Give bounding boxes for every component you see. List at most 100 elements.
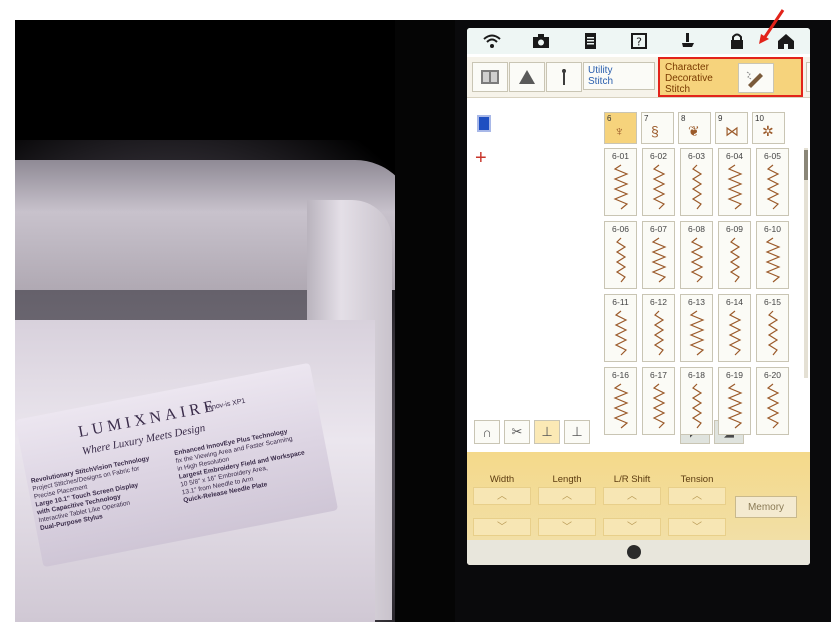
bobbin-button[interactable] <box>509 62 545 92</box>
stitch-scrollbar[interactable] <box>804 148 808 378</box>
stitch-button[interactable]: 6-01 <box>604 148 637 216</box>
stitch-button[interactable]: 6-14 <box>718 294 751 362</box>
stitch-number: 6-09 <box>725 224 743 234</box>
presser-foot-icon[interactable] <box>663 28 712 54</box>
add-stitch-icon[interactable]: + <box>475 148 487 168</box>
stitch-button[interactable]: 6-17 <box>642 367 675 435</box>
scissors-icon: ✂ <box>511 424 523 439</box>
presser-foot-lift-button[interactable]: ⊥ <box>564 420 590 444</box>
stitch-category-icon: ❦ <box>688 123 700 139</box>
stitch-pattern-icon <box>613 383 629 429</box>
clock-icon[interactable] <box>627 545 641 559</box>
stitch-pattern-icon <box>765 237 781 283</box>
needle-stop-button[interactable]: ∩ <box>474 420 500 444</box>
length-increase-button[interactable]: ︿ <box>538 487 596 505</box>
stitch-number: 6-11 <box>612 297 629 307</box>
category-tab[interactable]: 8 ❦ <box>678 112 711 144</box>
needle-button[interactable] <box>546 62 582 92</box>
machine-touchscreen: ? Utility Stitch Character Decorative St… <box>467 28 810 565</box>
stitch-button[interactable]: 6-04 <box>718 148 751 216</box>
stitch-number: 6-06 <box>611 224 629 234</box>
stitch-button[interactable]: 6-03 <box>680 148 713 216</box>
stitch-pattern-icon <box>727 164 743 210</box>
stitch-button[interactable]: 6-13 <box>680 294 713 362</box>
camera-icon[interactable] <box>516 28 565 54</box>
category-tab[interactable]: 6 ♆ <box>604 112 637 144</box>
stitch-button[interactable]: 6-19 <box>718 367 751 435</box>
category-number: 6 <box>607 114 612 123</box>
lock-icon[interactable] <box>712 28 761 54</box>
stitch-pattern-icon <box>689 310 705 356</box>
tension-increase-button[interactable]: ︿ <box>668 487 726 505</box>
stitch-button[interactable]: 6-11 <box>604 294 637 362</box>
memory-button[interactable]: Memory <box>735 496 797 518</box>
stitch-number: 6-13 <box>687 297 705 307</box>
stitch-button[interactable]: 6-02 <box>642 148 675 216</box>
utility-stitch-button[interactable]: Utility Stitch <box>583 62 655 90</box>
edit-stitch-button[interactable] <box>738 63 774 93</box>
category-tab[interactable]: 9 ⋈ <box>715 112 748 144</box>
character-decorative-stitch-button[interactable]: Character Decorative Stitch <box>658 57 803 97</box>
help-icon[interactable]: ? <box>614 28 663 54</box>
stitch-number: 6-10 <box>763 224 781 234</box>
stitch-number: 6-01 <box>611 151 629 161</box>
stitch-number: 6-07 <box>649 224 667 234</box>
stitch-category-icon: ⋈ <box>725 123 739 139</box>
length-control: Length ︿ ﹀ <box>536 474 598 536</box>
stitch-pattern-icon <box>614 310 628 356</box>
length-decrease-button[interactable]: ﹀ <box>538 518 596 536</box>
width-decrease-button[interactable]: ﹀ <box>473 518 531 536</box>
stitch-button[interactable]: 6-09 <box>718 221 751 289</box>
category-tabs: 6 ♆ 7 § 8 ❦ 9 ⋈ 10 ✲ <box>604 112 789 144</box>
edit-pencil-button[interactable] <box>806 62 810 92</box>
category-number: 8 <box>681 114 686 123</box>
stitch-button[interactable]: 6-10 <box>756 221 789 289</box>
thread-cutter-button[interactable]: ✂ <box>504 420 530 444</box>
stitch-pattern-icon <box>690 237 704 283</box>
twin-needle-button[interactable]: ⊥ <box>534 420 560 444</box>
stitch-button[interactable]: 6-06 <box>604 221 637 289</box>
stitch-pattern-icon <box>691 164 703 210</box>
tension-decrease-button[interactable]: ﹀ <box>668 518 726 536</box>
stitch-number: 6-14 <box>725 297 743 307</box>
stitch-button[interactable]: 6-20 <box>756 367 789 435</box>
lr-shift-label: L/R Shift <box>613 474 651 485</box>
shift-decrease-button[interactable]: ﹀ <box>603 518 661 536</box>
memory-label: Memory <box>747 501 785 513</box>
stitch-button[interactable]: 6-12 <box>642 294 675 362</box>
embroidery-book-button[interactable] <box>472 62 508 92</box>
width-label: Width <box>489 474 515 485</box>
stitch-number: 6-12 <box>649 297 667 307</box>
stitch-number: 6-19 <box>725 370 743 380</box>
stitch-button[interactable]: 6-16 <box>604 367 637 435</box>
stitch-number: 6-04 <box>725 151 743 161</box>
document-icon[interactable] <box>565 28 614 54</box>
stitch-button[interactable]: 6-07 <box>642 221 675 289</box>
stitch-number: 6-16 <box>611 370 629 380</box>
book-icon <box>481 70 499 84</box>
stitch-number: 6-05 <box>763 151 781 161</box>
category-tab[interactable]: 10 ✲ <box>752 112 785 144</box>
promo-features-left: Revolutionary StitchVision Technology Pr… <box>30 451 178 533</box>
stitch-number: 6-18 <box>687 370 705 380</box>
category-number: 7 <box>644 114 649 123</box>
utility-stitch-label: Utility Stitch <box>588 65 614 87</box>
stitch-pattern-icon <box>766 164 780 210</box>
width-increase-button[interactable]: ︿ <box>473 487 531 505</box>
stitch-number: 6-15 <box>763 297 781 307</box>
stitch-category-icon: ♆ <box>614 123 625 139</box>
category-number: 10 <box>755 114 764 123</box>
thread-color-swatch[interactable] <box>477 115 491 132</box>
stitch-pattern-icon <box>767 310 779 356</box>
stitch-category-icon: ✲ <box>762 123 774 139</box>
stitch-button[interactable]: 6-05 <box>756 148 789 216</box>
category-tab[interactable]: 7 § <box>641 112 674 144</box>
shift-increase-button[interactable]: ︿ <box>603 487 661 505</box>
stitch-pattern-icon <box>615 237 627 283</box>
wifi-icon[interactable] <box>467 28 516 54</box>
stitch-pattern-icon <box>652 383 666 429</box>
stitch-button[interactable]: 6-08 <box>680 221 713 289</box>
stitch-button[interactable]: 6-15 <box>756 294 789 362</box>
stitch-button[interactable]: 6-18 <box>680 367 713 435</box>
stitch-scroll-thumb[interactable] <box>804 150 808 180</box>
